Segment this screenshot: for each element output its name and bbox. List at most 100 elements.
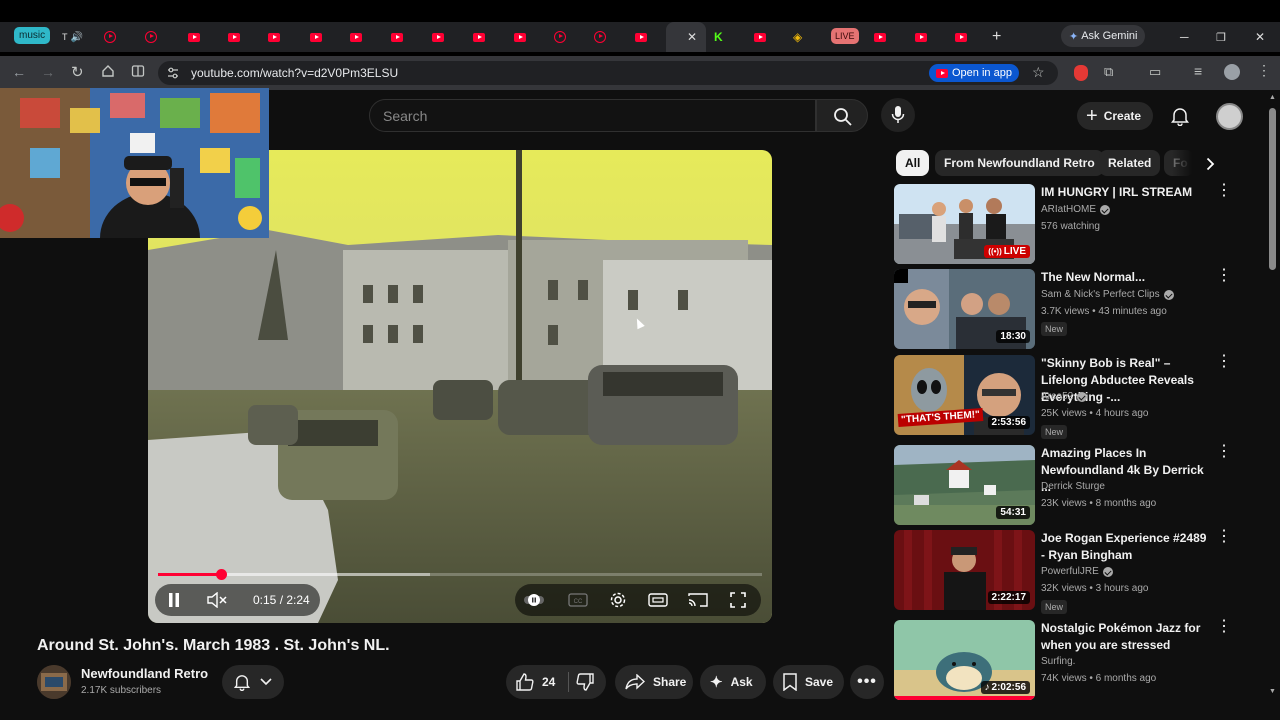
more-vertical-icon[interactable]: ⋮ xyxy=(1216,268,1232,284)
settings-button[interactable] xyxy=(606,588,630,612)
recommendation-title[interactable]: Nostalgic Pokémon Jazz for when you are … xyxy=(1041,620,1211,654)
chip-all[interactable]: All xyxy=(896,150,930,176)
tab-17[interactable] xyxy=(754,26,766,48)
channel-name[interactable]: Newfoundland Retro xyxy=(81,666,208,681)
tab-21[interactable] xyxy=(955,26,967,48)
more-vertical-icon[interactable]: ⋮ xyxy=(1216,354,1232,370)
tab-1[interactable]: T 🔊 xyxy=(62,26,83,48)
more-vertical-icon[interactable]: ⋮ xyxy=(1216,619,1232,635)
close-tab-icon[interactable]: ✕ xyxy=(687,30,697,44)
media-control-icon[interactable]: ≡ xyxy=(1194,63,1202,79)
notifications-button[interactable] xyxy=(1171,106,1189,131)
ask-gemini-button[interactable]: ✦ Ask Gemini xyxy=(1061,25,1146,47)
scroll-up-arrow[interactable]: ▲ xyxy=(1269,94,1276,101)
cast-tab-icon[interactable]: ▭ xyxy=(1149,64,1161,80)
browser-menu-icon[interactable]: ⋮ xyxy=(1257,62,1271,79)
tab-15[interactable] xyxy=(635,26,647,48)
recommendation-channel[interactable]: Sam & Nick's Perfect Clips xyxy=(1041,289,1174,300)
subscribed-notifications-button[interactable] xyxy=(222,665,284,699)
tab-group-music[interactable]: music xyxy=(14,27,51,44)
recommendation-channel[interactable]: Derrick Sturge xyxy=(1041,481,1105,492)
page-scrollbar[interactable]: ▲ ▼ xyxy=(1266,92,1280,702)
scroll-down-arrow[interactable]: ▼ xyxy=(1269,688,1276,695)
tab-14[interactable] xyxy=(594,26,606,48)
captions-button[interactable]: CC xyxy=(566,589,590,611)
back-button[interactable]: ← xyxy=(12,64,26,80)
tab-20[interactable] xyxy=(915,26,927,48)
tab-group-live[interactable]: LIVE xyxy=(831,28,859,44)
tab-8[interactable] xyxy=(350,26,362,48)
home-button[interactable] xyxy=(101,64,115,83)
more-vertical-icon[interactable]: ⋮ xyxy=(1216,529,1232,545)
close-window-button[interactable]: ✕ xyxy=(1255,26,1265,48)
recommendation-channel[interactable]: Area52 xyxy=(1041,391,1088,402)
theater-mode-button[interactable] xyxy=(646,588,670,612)
video-thumbnail[interactable]: 54:31 xyxy=(894,445,1035,525)
recommendation-channel[interactable]: PowerfulJRE xyxy=(1041,566,1113,577)
site-info-icon[interactable] xyxy=(166,66,180,85)
chips-next-button[interactable] xyxy=(1196,150,1224,178)
tab-19[interactable] xyxy=(874,26,886,48)
tab-5[interactable] xyxy=(228,26,240,48)
open-in-app-button[interactable]: Open in app xyxy=(929,64,1019,82)
extension-shield-icon[interactable] xyxy=(1074,65,1088,81)
forward-button[interactable]: → xyxy=(41,64,55,80)
video-thumbnail[interactable]: 2:22:17 xyxy=(894,530,1035,610)
cast-button[interactable] xyxy=(686,588,710,612)
create-button[interactable]: + Create xyxy=(1077,102,1154,130)
recommendation-item[interactable]: ((•)) LIVE IM HUNGRY | IRL STREAM ARIatHO… xyxy=(894,183,1274,264)
recommendation-title[interactable]: The New Normal... xyxy=(1041,269,1211,286)
url-text[interactable]: youtube.com/watch?v=d2V0Pm3ELSU xyxy=(191,66,398,80)
video-thumbnail[interactable]: ♪ 2:02:56 xyxy=(894,620,1035,700)
tab-2[interactable] xyxy=(104,26,116,48)
tab-active[interactable]: ✕ xyxy=(666,22,706,52)
ask-button[interactable]: ✦ Ask xyxy=(700,665,766,699)
tab-6[interactable] xyxy=(268,26,280,48)
more-vertical-icon[interactable]: ⋮ xyxy=(1216,444,1232,460)
pause-button[interactable] xyxy=(159,586,189,614)
tab-7[interactable] xyxy=(310,26,322,48)
more-vertical-icon[interactable]: ⋮ xyxy=(1216,183,1232,199)
tab-13[interactable] xyxy=(554,26,566,48)
bookmark-star-icon[interactable]: ☆ xyxy=(1032,64,1045,81)
channel-avatar[interactable] xyxy=(37,665,71,699)
search-input[interactable]: Search xyxy=(369,99,816,132)
voice-search-button[interactable] xyxy=(881,98,915,132)
tab-4[interactable] xyxy=(188,26,200,48)
video-thumbnail[interactable]: ((•)) LIVE xyxy=(894,184,1035,264)
chip-from-channel[interactable]: From Newfoundland Retro xyxy=(935,150,1104,176)
progress-track[interactable] xyxy=(158,569,762,580)
video-thumbnail[interactable]: 18:30 xyxy=(894,269,1035,349)
like-button[interactable]: 24 xyxy=(506,665,568,699)
autoplay-toggle[interactable] xyxy=(522,589,546,611)
recommendation-item[interactable]: ♪ 2:02:56 Nostalgic Pokémon Jazz for when… xyxy=(894,619,1274,700)
search-button[interactable] xyxy=(816,99,868,132)
restore-button[interactable]: ❐ xyxy=(1216,26,1226,48)
tab-3[interactable] xyxy=(145,26,157,48)
more-actions-button[interactable]: ••• xyxy=(850,665,884,699)
minimize-button[interactable]: ─ xyxy=(1180,26,1189,48)
tab-12[interactable] xyxy=(514,26,526,48)
recommendation-channel[interactable]: Surfing. xyxy=(1041,656,1075,667)
address-bar[interactable]: youtube.com/watch?v=d2V0Pm3ELSU Open in … xyxy=(158,61,1058,85)
recommendation-channel[interactable]: ARIatHOME xyxy=(1041,204,1111,215)
recommendation-item[interactable]: 18:30 The New Normal... Sam & Nick's Per… xyxy=(894,268,1274,349)
save-button[interactable]: Save xyxy=(773,665,844,699)
reload-button[interactable]: ↻ xyxy=(71,63,84,81)
dislike-button[interactable] xyxy=(576,673,594,694)
progress-scrubber[interactable] xyxy=(215,569,227,580)
extensions-icon[interactable]: ⧉ xyxy=(1104,64,1113,80)
new-tab-button[interactable]: + xyxy=(992,26,1001,48)
recommendation-item[interactable]: 2:22:17 Joe Rogan Experience #2489 - Rya… xyxy=(894,529,1274,614)
scrollbar-thumb[interactable] xyxy=(1269,108,1276,270)
recommendation-title[interactable]: Joe Rogan Experience #2489 - Ryan Bingha… xyxy=(1041,530,1211,564)
split-view-button[interactable] xyxy=(131,64,145,83)
recommendation-title[interactable]: IM HUNGRY | IRL STREAM xyxy=(1041,184,1211,201)
mute-button[interactable] xyxy=(202,586,232,614)
recommendation-item[interactable]: "THAT'S THEM!" 2:53:56 "Skinny Bob is Re… xyxy=(894,354,1274,439)
tab-binance[interactable]: ◈ xyxy=(793,26,802,48)
recommendation-item[interactable]: 54:31 Amazing Places In Newfoundland 4k … xyxy=(894,444,1274,525)
tab-kick[interactable]: K xyxy=(714,26,723,48)
share-button[interactable]: Share xyxy=(615,665,693,699)
tab-9[interactable] xyxy=(391,26,403,48)
